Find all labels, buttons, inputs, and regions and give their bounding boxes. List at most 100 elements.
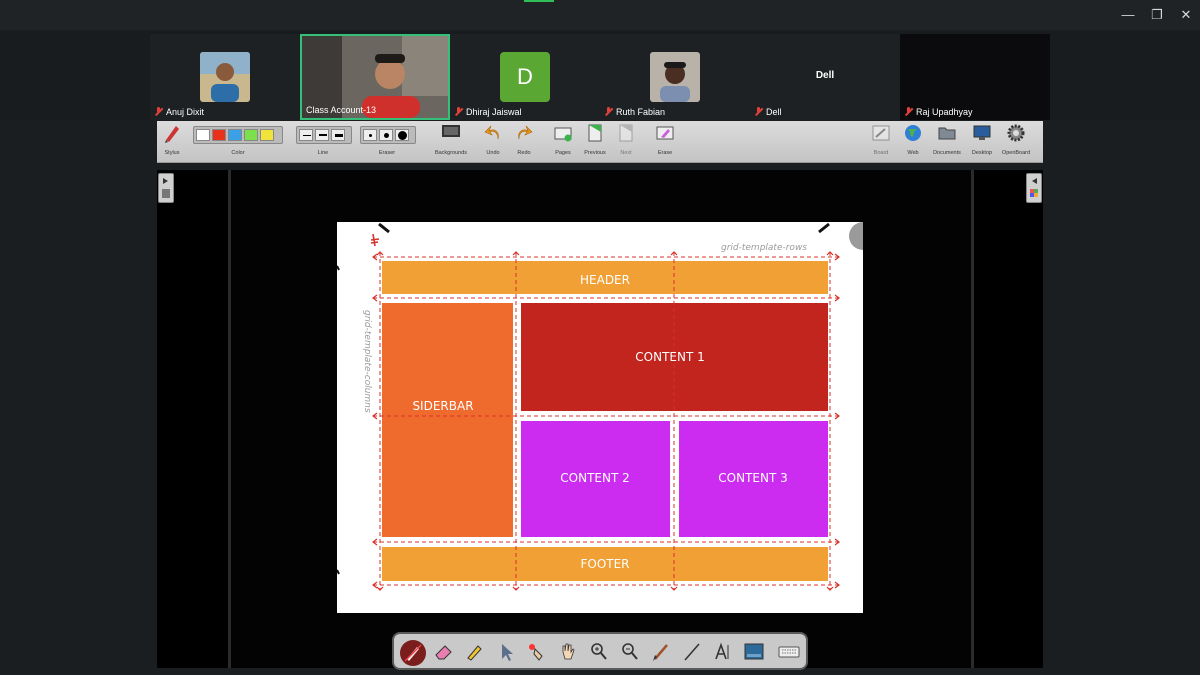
- board-icon: [872, 125, 890, 141]
- line-thick[interactable]: [331, 129, 345, 141]
- label-content3: CONTENT 3: [718, 471, 787, 485]
- pages-icon: [554, 127, 572, 142]
- participant-tile[interactable]: D Dhiraj Jaiswal: [450, 34, 600, 120]
- minimize-button[interactable]: —: [1117, 4, 1139, 26]
- participant-tile[interactable]: Raj Upadhyay: [900, 34, 1050, 120]
- participant-name: Dell: [754, 107, 782, 117]
- eraser-large[interactable]: [395, 129, 409, 141]
- participant-name: Class Account-13: [306, 105, 377, 115]
- board-tool[interactable]: Board: [871, 123, 891, 156]
- mic-off-icon: [754, 107, 763, 116]
- color-swatch-yellow[interactable]: [260, 129, 274, 141]
- brush-icon[interactable]: [648, 640, 674, 664]
- participant-name: Anuj Dixit: [154, 107, 204, 117]
- color-swatch-green[interactable]: [244, 129, 258, 141]
- eraser-small[interactable]: [363, 129, 377, 141]
- keyboard-icon[interactable]: [776, 640, 802, 664]
- previous-icon: [588, 124, 602, 142]
- app-window: — ❐ ✕ Anuj Dixit Class Account-13 D Dhir…: [0, 0, 1200, 675]
- slide-image: HEADER SIDERBAR CONTENT 1 CONTENT 2 CONT…: [337, 222, 863, 613]
- line-medium[interactable]: [315, 129, 329, 141]
- pointer-icon[interactable]: [493, 640, 519, 664]
- hash-mark: [370, 233, 380, 247]
- participant-name: Ruth Fabian: [604, 107, 665, 117]
- text-icon[interactable]: [710, 640, 736, 664]
- redo-tool[interactable]: Redo: [514, 123, 534, 156]
- close-button[interactable]: ✕: [1175, 4, 1197, 26]
- color-swatches: [193, 126, 283, 144]
- panel-arrow-icon: [1030, 178, 1038, 197]
- laser-icon[interactable]: [524, 640, 550, 664]
- grid-area-sidebar: [382, 303, 513, 537]
- label-content1: CONTENT 1: [635, 350, 704, 364]
- corner-mark: [849, 222, 863, 250]
- next-tool[interactable]: Next: [616, 123, 636, 156]
- mic-off-icon: [604, 107, 613, 116]
- label-grid-template-columns: grid-template-columns: [362, 310, 372, 413]
- eraser-medium[interactable]: [379, 129, 393, 141]
- next-icon: [619, 124, 633, 142]
- desktop-tool[interactable]: Desktop: [972, 123, 992, 156]
- participant-name: Raj Upadhyay: [904, 107, 973, 117]
- gear-icon: [1007, 124, 1025, 142]
- participant-tile-active[interactable]: Class Account-13: [300, 34, 450, 120]
- board-left-margin: [157, 170, 228, 668]
- erase-board-icon: [656, 126, 674, 140]
- right-panel-toggle[interactable]: [1026, 173, 1042, 203]
- backgrounds-tool[interactable]: Backgrounds: [435, 123, 467, 156]
- label-grid-template-rows: grid-template-rows: [721, 243, 807, 253]
- zoom-in-icon[interactable]: [586, 640, 612, 664]
- line-icon[interactable]: [679, 640, 705, 664]
- line-thin[interactable]: [299, 129, 313, 141]
- zoom-out-icon[interactable]: [617, 640, 643, 664]
- openboard-toolbar: Stylus Color Line Eraser Backgrounds Und…: [157, 121, 1043, 163]
- color-swatch-blue[interactable]: [228, 129, 242, 141]
- color-swatch-white[interactable]: [196, 129, 210, 141]
- participant-tile[interactable]: Ruth Fabian: [600, 34, 750, 120]
- board-edge-right: [971, 170, 974, 668]
- mic-off-icon: [154, 107, 163, 116]
- previous-tool[interactable]: Previous: [584, 123, 606, 156]
- hand-icon[interactable]: [555, 640, 581, 664]
- panel-arrow-icon: [162, 178, 170, 198]
- avatar: [650, 52, 700, 102]
- corner-mark: [378, 222, 390, 234]
- title-accent: [524, 0, 554, 2]
- redo-icon: [518, 125, 533, 140]
- backgrounds-icon: [442, 125, 460, 137]
- eraser-size-group: [360, 126, 416, 144]
- restore-button[interactable]: ❐: [1146, 4, 1168, 26]
- pen-icon[interactable]: [400, 640, 426, 666]
- left-panel-toggle[interactable]: [158, 173, 174, 203]
- stylus-tool[interactable]: Stylus: [163, 123, 181, 156]
- erase-tool[interactable]: Erase: [655, 123, 675, 156]
- globe-icon: [905, 125, 921, 141]
- undo-tool[interactable]: Undo: [483, 123, 503, 156]
- documents-tool[interactable]: Documents: [933, 123, 961, 156]
- corner-mark: [818, 222, 830, 234]
- color-swatch-red[interactable]: [212, 129, 226, 141]
- avatar: D: [500, 52, 550, 102]
- tool-palette: [392, 632, 808, 670]
- marker-icon[interactable]: [462, 640, 488, 664]
- title-bar: — ❐ ✕: [0, 0, 1200, 30]
- avatar: [200, 52, 250, 102]
- web-tool[interactable]: Web: [903, 123, 923, 156]
- board-edge-left: [228, 170, 231, 668]
- edge-mark: [337, 265, 340, 575]
- label-content2: CONTENT 2: [560, 471, 629, 485]
- participant-name: Dhiraj Jaiswal: [454, 107, 522, 117]
- participant-label: Dell: [815, 70, 835, 81]
- capture-icon[interactable]: [741, 640, 767, 664]
- openboard-menu[interactable]: OpenBoard: [1002, 123, 1030, 156]
- label-footer: FOOTER: [580, 557, 629, 571]
- participant-tile[interactable]: Anuj Dixit: [150, 34, 300, 120]
- mic-off-icon: [454, 107, 463, 116]
- eraser-icon[interactable]: [431, 640, 457, 664]
- mic-off-icon: [904, 107, 913, 116]
- pages-tool[interactable]: Pages: [553, 123, 573, 156]
- folder-icon: [938, 127, 956, 140]
- label-sidebar: SIDERBAR: [412, 399, 473, 413]
- css-grid-diagram: HEADER SIDERBAR CONTENT 1 CONTENT 2 CONT…: [337, 222, 863, 591]
- participant-tile[interactable]: Dell Dell: [750, 34, 900, 120]
